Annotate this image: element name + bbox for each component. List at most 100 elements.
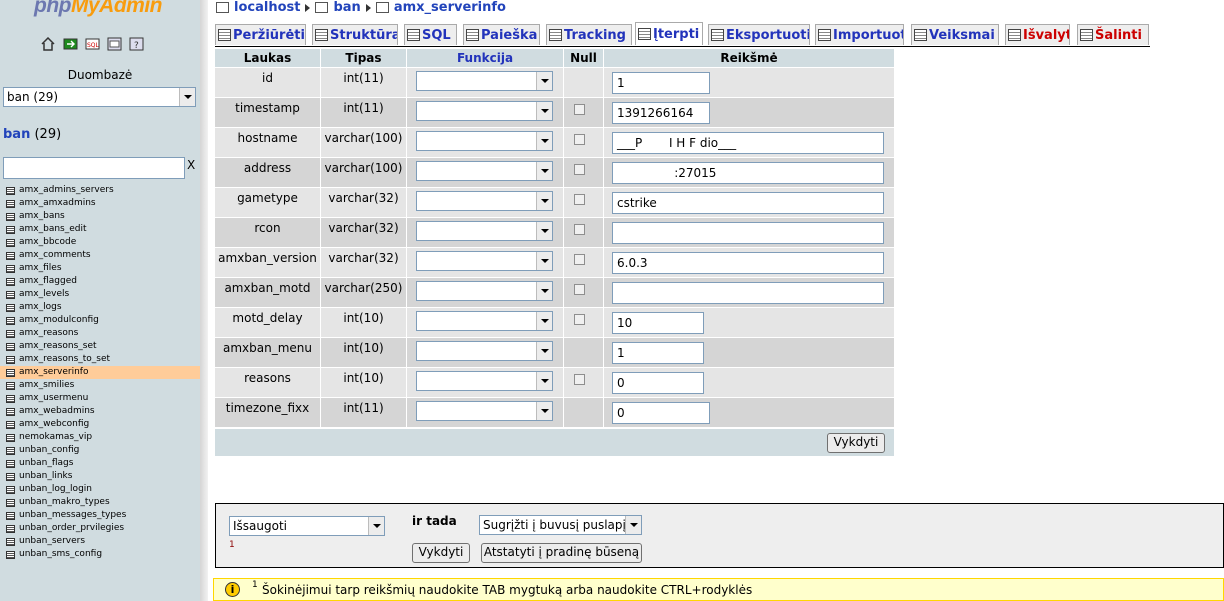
- value-input[interactable]: ___P I H F dio___: [612, 132, 884, 154]
- table-list-item[interactable]: amx_modulconfig: [0, 314, 200, 327]
- tab-6[interactable]: Įterpti: [635, 22, 703, 45]
- table-list-item[interactable]: amx_serverinfo: [0, 366, 200, 379]
- table-icon[interactable]: [6, 329, 15, 338]
- table-list-item[interactable]: amx_comments: [0, 249, 200, 262]
- null-checkbox[interactable]: [574, 254, 585, 265]
- table-icon[interactable]: [6, 394, 15, 403]
- table-icon[interactable]: [6, 277, 15, 286]
- null-checkbox[interactable]: [574, 284, 585, 295]
- value-input[interactable]: 6.0.3: [612, 252, 884, 274]
- table-icon[interactable]: [6, 459, 15, 468]
- table-name[interactable]: unban_order_prvilegies: [19, 522, 124, 535]
- table-list-item[interactable]: unban_log_login: [0, 483, 200, 496]
- clear-filter-button[interactable]: X: [187, 158, 195, 172]
- table-name[interactable]: amx_modulconfig: [19, 314, 99, 327]
- phpmyadmin-logo[interactable]: phpMyAdmin: [34, 0, 162, 18]
- table-name[interactable]: amx_bbcode: [19, 236, 76, 249]
- breadcrumb-db[interactable]: ban: [333, 0, 360, 15]
- table-icon[interactable]: [6, 225, 15, 234]
- null-checkbox[interactable]: [574, 314, 585, 325]
- save-mode-select[interactable]: Išsaugoti: [229, 516, 385, 536]
- table-name[interactable]: amx_smilies: [19, 379, 74, 392]
- function-select[interactable]: [416, 251, 553, 271]
- table-list-item[interactable]: amx_webadmins: [0, 405, 200, 418]
- chevron-down-icon[interactable]: [536, 162, 552, 180]
- table-filter-input[interactable]: [3, 157, 185, 179]
- exit-icon[interactable]: [62, 36, 78, 52]
- table-icon[interactable]: [6, 550, 15, 559]
- chevron-down-icon[interactable]: [179, 88, 195, 106]
- submit-button[interactable]: Vykdyti: [827, 433, 885, 453]
- function-select[interactable]: [416, 401, 553, 421]
- table-name[interactable]: amx_reasons_to_set: [19, 353, 110, 366]
- value-input[interactable]: cstrike: [612, 192, 884, 214]
- table-icon[interactable]: [6, 316, 15, 325]
- after-insert-select[interactable]: Sugrįžti į buvusį puslapį: [479, 515, 642, 535]
- table-name[interactable]: unban_log_login: [19, 483, 92, 496]
- chevron-down-icon[interactable]: [536, 132, 552, 150]
- table-name[interactable]: unban_messages_types: [19, 509, 126, 522]
- chevron-down-icon[interactable]: [536, 192, 552, 210]
- go-button[interactable]: Vykdyti: [412, 543, 470, 563]
- function-select[interactable]: [416, 311, 553, 331]
- table-icon[interactable]: [6, 290, 15, 299]
- table-list-item[interactable]: unban_messages_types: [0, 509, 200, 522]
- tab-2[interactable]: Struktūra: [312, 24, 398, 45]
- table-name[interactable]: amx_levels: [19, 288, 69, 301]
- value-input[interactable]: 1: [612, 72, 710, 94]
- table-icon[interactable]: [6, 498, 15, 507]
- reset-button[interactable]: Atstatyti į pradinę būseną: [481, 543, 642, 563]
- table-list-item[interactable]: amx_bbcode: [0, 236, 200, 249]
- table-icon[interactable]: [6, 407, 15, 416]
- chevron-down-icon[interactable]: [536, 282, 552, 300]
- table-list-item[interactable]: amx_reasons_to_set: [0, 353, 200, 366]
- tab-8[interactable]: Importuoti: [815, 24, 904, 45]
- table-icon[interactable]: [6, 472, 15, 481]
- null-checkbox[interactable]: [574, 374, 585, 385]
- database-link[interactable]: ban: [3, 127, 30, 142]
- table-name[interactable]: amx_reasons_set: [19, 340, 97, 353]
- table-list-item[interactable]: unban_sms_config: [0, 548, 200, 561]
- null-checkbox[interactable]: [574, 194, 585, 205]
- null-checkbox[interactable]: [574, 134, 585, 145]
- value-input[interactable]: 10: [612, 312, 704, 334]
- function-select[interactable]: [416, 161, 553, 181]
- value-input[interactable]: 0: [612, 372, 704, 394]
- table-name[interactable]: unban_links: [19, 470, 72, 483]
- tab-11[interactable]: Šalinti: [1077, 24, 1149, 45]
- table-list-item[interactable]: unban_config: [0, 444, 200, 457]
- table-list-item[interactable]: amx_usermenu: [0, 392, 200, 405]
- table-name[interactable]: amx_bans_edit: [19, 223, 87, 236]
- table-list-item[interactable]: nemokamas_vip: [0, 431, 200, 444]
- table-icon[interactable]: [6, 251, 15, 260]
- table-name[interactable]: amx_admins_servers: [19, 184, 114, 197]
- table-list-item[interactable]: amx_bans: [0, 210, 200, 223]
- table-icon[interactable]: [6, 238, 15, 247]
- tab-4[interactable]: Paieška: [463, 24, 540, 45]
- function-select[interactable]: [416, 101, 553, 121]
- table-icon[interactable]: [6, 485, 15, 494]
- tab-9[interactable]: Veiksmai: [911, 24, 999, 45]
- tab-7[interactable]: Eksportuoti: [708, 24, 810, 45]
- table-name[interactable]: unban_makro_types: [19, 496, 110, 509]
- table-name[interactable]: amx_serverinfo: [19, 366, 88, 379]
- table-list-item[interactable]: amx_levels: [0, 288, 200, 301]
- table-icon[interactable]: [6, 511, 15, 520]
- table-list-item[interactable]: unban_servers: [0, 535, 200, 548]
- tab-1[interactable]: Peržiūrėti: [215, 24, 306, 45]
- table-list-item[interactable]: amx_bans_edit: [0, 223, 200, 236]
- home-icon[interactable]: [40, 36, 56, 52]
- frame-splitter[interactable]: [200, 0, 208, 601]
- table-name[interactable]: amx_logs: [19, 301, 62, 314]
- table-icon[interactable]: [6, 368, 15, 377]
- chevron-down-icon[interactable]: [536, 252, 552, 270]
- table-name[interactable]: amx_usermenu: [19, 392, 88, 405]
- table-name[interactable]: amx_reasons: [19, 327, 78, 340]
- function-select[interactable]: [416, 221, 553, 241]
- null-checkbox[interactable]: [574, 104, 585, 115]
- sql-icon[interactable]: SQL: [84, 36, 100, 52]
- value-input[interactable]: :27015: [612, 162, 884, 184]
- table-list-item[interactable]: amx_amxadmins: [0, 197, 200, 210]
- table-name[interactable]: unban_flags: [19, 457, 73, 470]
- table-name[interactable]: amx_bans: [19, 210, 65, 223]
